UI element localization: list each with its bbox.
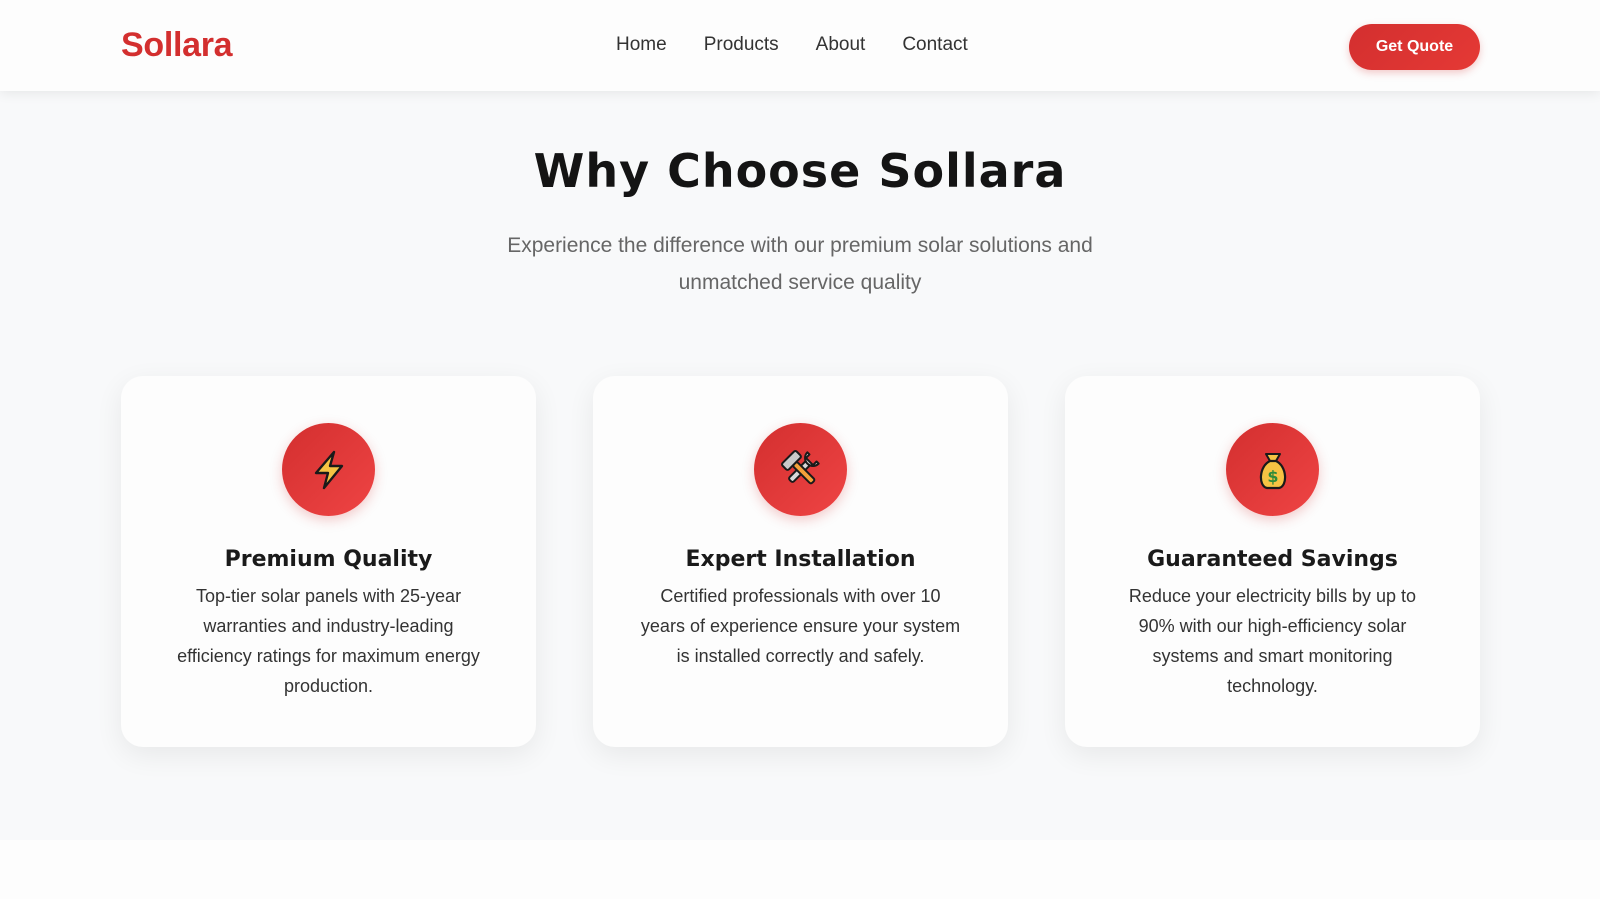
why-choose-section: Why Choose Sollara Experience the differ… — [0, 91, 1600, 840]
site-header: Sollara Home Products About Contact Get … — [0, 0, 1600, 91]
feature-card-expert-installation: Expert Installation Certified profession… — [593, 376, 1008, 747]
section-title: Why Choose Sollara — [533, 144, 1067, 198]
next-section-band — [0, 840, 1600, 899]
feature-title: Guaranteed Savings — [1147, 547, 1398, 572]
logo[interactable]: Sollara — [121, 24, 233, 66]
nav-home[interactable]: Home — [616, 33, 667, 57]
feature-description: Certified professionals with over 10 yea… — [640, 586, 961, 666]
feature-description: Reduce your electricity bills by up to 9… — [1128, 586, 1417, 696]
section-subtitle: Experience the difference with our premi… — [507, 234, 1093, 294]
feature-description: Top-tier solar panels with 25-year warra… — [177, 586, 480, 696]
get-quote-button[interactable]: Get Quote — [1349, 24, 1480, 70]
feature-card-premium-quality: Premium Quality Top-tier solar panels wi… — [121, 376, 536, 747]
feature-title: Premium Quality — [224, 547, 433, 572]
main-nav: Home Products About Contact — [616, 33, 968, 57]
nav-about[interactable]: About — [816, 33, 866, 57]
nav-products[interactable]: Products — [704, 33, 779, 57]
tools-icon — [754, 423, 847, 516]
nav-contact[interactable]: Contact — [902, 33, 967, 57]
svg-text:$: $ — [1267, 467, 1278, 486]
feature-card-guaranteed-savings: $ Guaranteed Savings Reduce your electri… — [1065, 376, 1480, 747]
feature-title: Expert Installation — [685, 547, 916, 572]
money-bag-icon: $ — [1226, 423, 1319, 516]
lightning-icon — [282, 423, 375, 516]
